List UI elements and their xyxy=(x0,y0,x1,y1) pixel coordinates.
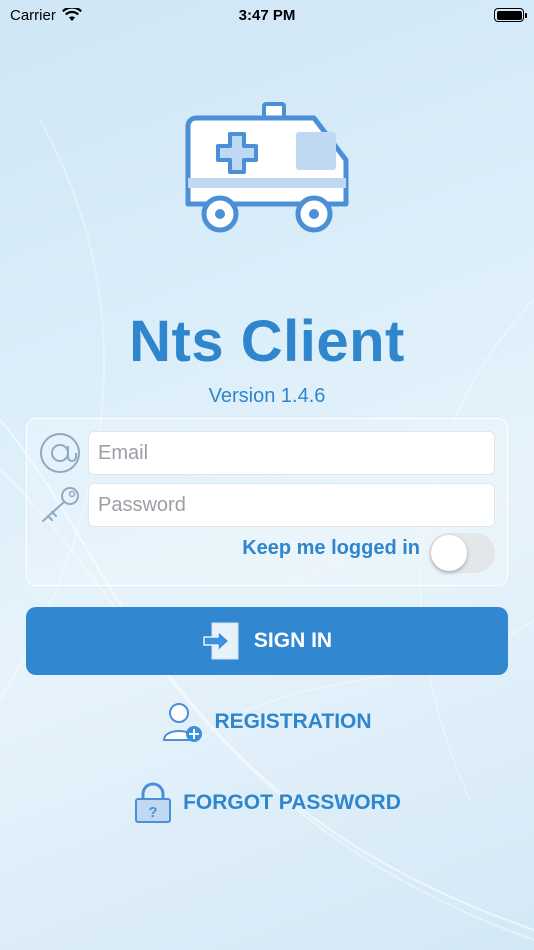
password-field[interactable] xyxy=(88,483,495,527)
padlock-question-icon: ? xyxy=(135,782,172,823)
app-title: Nts Client xyxy=(129,309,405,374)
app-version: Version 1.4.6 xyxy=(208,385,326,407)
sign-in-label: SIGN IN xyxy=(253,629,333,652)
login-form: Keep me logged in xyxy=(26,418,508,586)
carrier-label: Carrier xyxy=(10,6,56,24)
sign-in-icon xyxy=(203,622,239,660)
add-user-icon xyxy=(163,703,203,742)
status-bar: Carrier 3:47 PM xyxy=(0,0,534,30)
status-left: Carrier xyxy=(10,7,82,24)
email-field[interactable] xyxy=(88,431,495,475)
ambulance-icon xyxy=(185,102,349,233)
forgot-password-link[interactable]: ? FORGOT PASSWORD xyxy=(0,782,534,824)
key-icon xyxy=(42,487,79,522)
forgot-password-label: FORGOT PASSWORD xyxy=(183,791,401,814)
battery-level xyxy=(496,10,522,20)
keep-logged-in-toggle[interactable] xyxy=(429,533,495,573)
registration-link[interactable]: REGISTRATION xyxy=(0,700,534,744)
registration-label: REGISTRATION xyxy=(214,710,372,733)
svg-text:?: ? xyxy=(149,804,158,821)
wifi-icon xyxy=(61,8,82,21)
sign-in-button[interactable]: SIGN IN xyxy=(26,607,508,675)
keep-logged-in-label: Keep me logged in xyxy=(242,537,420,559)
battery-icon xyxy=(494,8,527,22)
toggle-knob xyxy=(431,535,467,571)
at-sign-icon xyxy=(40,433,80,473)
